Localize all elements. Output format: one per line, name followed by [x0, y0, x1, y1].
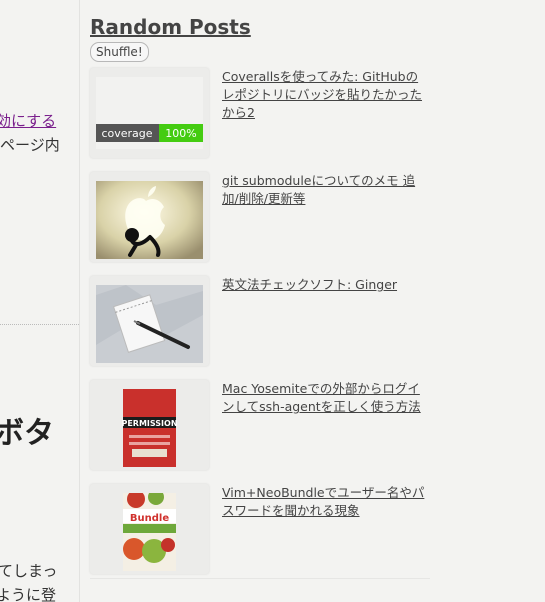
post-thumbnail-yosemite[interactable]: PERMISSION — [90, 380, 209, 470]
badge-label-right: 100% — [165, 127, 196, 140]
post-link[interactable]: git submoduleについてのメモ 追加/削除/更新等 — [222, 172, 428, 208]
post-thumbnail-neobundle[interactable]: Bundle — [90, 484, 209, 574]
post-thumbnail-coverage[interactable]: coverage 100% — [90, 68, 209, 158]
list-item: Bundle Vim+NeoBundleでユーザー名やパスワードを聞かれる現象 — [90, 484, 430, 580]
main-link-fragment[interactable]: 効にする — [0, 110, 56, 131]
main-heading-fragment: ボタ — [0, 416, 54, 451]
post-thumbnail-ginger[interactable] — [90, 276, 209, 366]
book-cover-bundle-image: Bundle — [96, 493, 203, 571]
list-item: 英文法チェックソフト: Ginger — [90, 276, 430, 372]
book-cover-title: Bundle — [130, 513, 169, 524]
book-cover-title: PERMISSION — [121, 419, 177, 428]
coverage-badge-image: coverage 100% — [96, 77, 203, 149]
list-item: coverage 100% Coverallsを使ってみた: GitHubのレポ… — [90, 68, 430, 164]
book-cover-permission-image: PERMISSION — [96, 389, 203, 467]
post-link[interactable]: Coverallsを使ってみた: GitHubのレポジトリにバッジを貼りたかった… — [222, 68, 428, 122]
random-posts-title[interactable]: Random Posts — [90, 15, 251, 39]
main-text-fragment: ように登 — [0, 586, 57, 602]
main-text-fragment: てしまっ — [0, 562, 58, 580]
post-link[interactable]: Mac Yosemiteでの外部からログインしてssh-agentを正しく使う方… — [222, 380, 428, 416]
main-text-fragment: ページ内 — [0, 136, 60, 154]
post-link[interactable]: 英文法チェックソフト: Ginger — [222, 276, 428, 294]
column-divider — [79, 0, 80, 602]
list-item: PERMISSION Mac Yosemiteでの外部からログインしてssh-a… — [90, 380, 430, 476]
post-separator — [0, 324, 79, 325]
post-thumbnail-git[interactable] — [90, 172, 209, 262]
main-content-column: 効にする ページ内 ボタ てしまっ ように登 — [0, 0, 79, 602]
notepad-pen-image — [96, 285, 203, 363]
badge-label-left: coverage — [101, 127, 152, 140]
apple-figure-image — [96, 181, 203, 259]
post-link[interactable]: Vim+NeoBundleでユーザー名やパスワードを聞かれる現象 — [222, 484, 428, 520]
sidebar-divider — [90, 578, 430, 579]
shuffle-button[interactable]: Shuffle! — [90, 42, 149, 62]
list-item: git submoduleについてのメモ 追加/削除/更新等 — [90, 172, 430, 268]
